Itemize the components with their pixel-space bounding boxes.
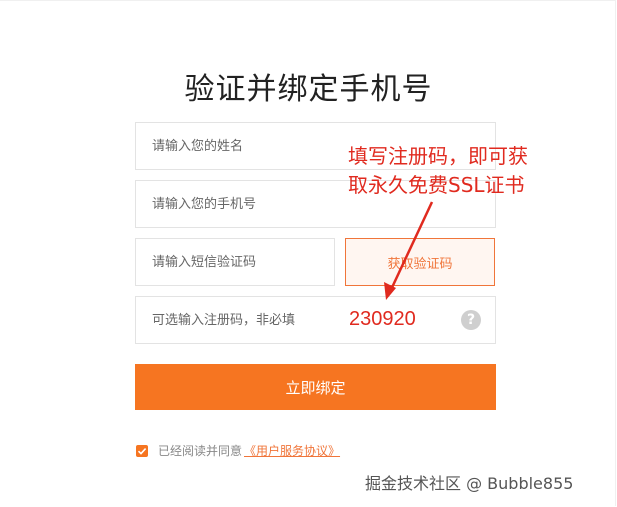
get-code-button[interactable]: 获取验证码 bbox=[345, 238, 495, 286]
annotation-line-2: 取永久免费SSL证书 bbox=[348, 173, 525, 197]
bind-submit-button[interactable]: 立即绑定 bbox=[135, 364, 496, 410]
registration-code-field[interactable] bbox=[135, 296, 496, 344]
page-title: 验证并绑定手机号 bbox=[184, 72, 433, 108]
user-agreement-link[interactable]: 《用户服务协议》 bbox=[244, 442, 340, 459]
registration-code-input[interactable] bbox=[136, 297, 495, 343]
agreement-checkbox[interactable] bbox=[136, 444, 148, 457]
question-circle-icon[interactable]: ? bbox=[461, 310, 481, 330]
annotation-line-1: 填写注册码，即可获 bbox=[348, 144, 528, 168]
sms-code-field[interactable] bbox=[135, 238, 335, 286]
agreement-row: 已经阅读并同意 《用户服务协议》 bbox=[136, 442, 340, 459]
agreement-text: 已经阅读并同意 bbox=[158, 444, 243, 458]
sms-code-input[interactable] bbox=[136, 239, 334, 285]
annotation-callout: 填写注册码，即可获 取永久免费SSL证书 bbox=[348, 142, 528, 200]
watermark: 掘金技术社区 @ Bubble855 bbox=[365, 474, 574, 493]
registration-code-value: 230920 bbox=[349, 308, 416, 330]
checkmark-icon bbox=[137, 447, 147, 455]
